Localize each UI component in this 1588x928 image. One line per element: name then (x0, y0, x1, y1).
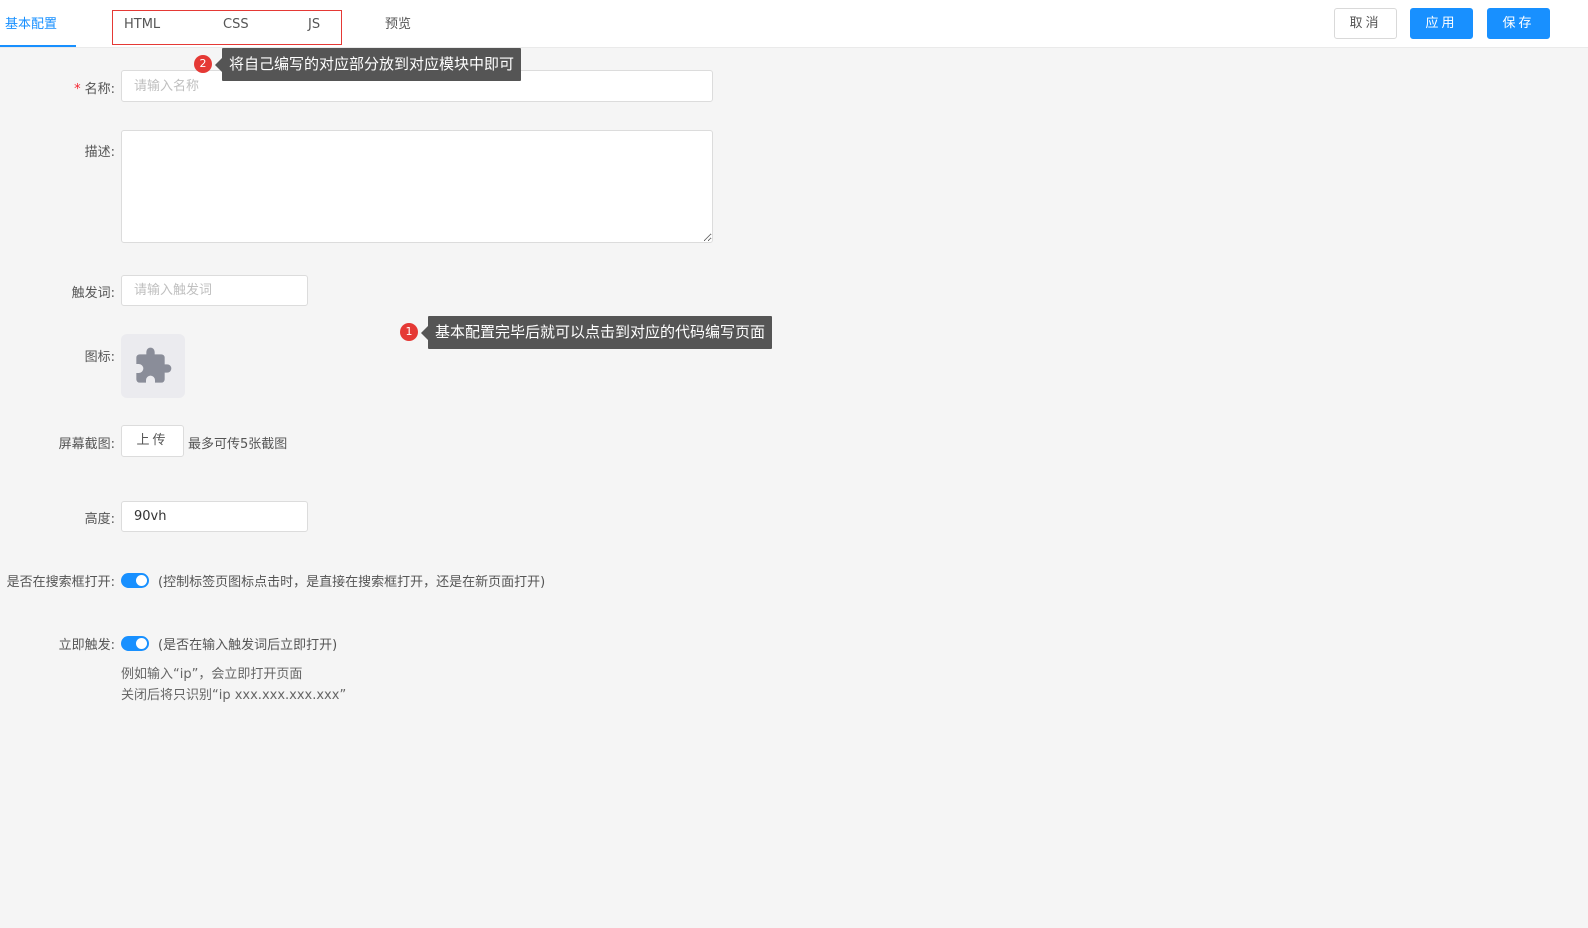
callout-arrow (215, 58, 222, 72)
switch-knob (136, 638, 147, 649)
open-in-search-switch[interactable] (121, 573, 149, 588)
height-input[interactable] (121, 501, 308, 532)
annotation-text-2: 将自己编写的对应部分放到对应模块中即可 (229, 55, 515, 73)
instant-trigger-example-1: 例如输入“ip”，会立即打开页面 (121, 667, 303, 682)
annotation-badge-2: 2 (194, 55, 212, 73)
annotation-callout-1: 基本配置完毕后就可以点击到对应的代码编写页面 (421, 316, 773, 349)
screenshot-label: 屏幕截图: (58, 437, 115, 452)
instant-trigger-switch[interactable] (121, 636, 149, 651)
cancel-button[interactable]: 取消 (1334, 8, 1397, 39)
instant-trigger-hint: (是否在输入触发词后立即打开) (158, 638, 338, 653)
description-textarea[interactable] (121, 130, 713, 243)
callout-arrow (421, 326, 428, 340)
upload-button[interactable]: 上传 (121, 425, 184, 457)
trigger-input[interactable] (121, 275, 308, 306)
required-mark: * (74, 82, 81, 97)
open-in-search-hint: (控制标签页图标点击时，是直接在搜索框打开，还是在新页面打开) (158, 575, 546, 590)
instant-trigger-label: 立即触发: (58, 638, 115, 653)
active-tab-indicator (0, 45, 76, 47)
annotation-text-1: 基本配置完毕后就可以点击到对应的代码编写页面 (435, 323, 766, 341)
top-bar: 基本配置 HTML CSS JS 预览 取消 应用 保存 (0, 0, 1588, 48)
description-label: 描述: (84, 145, 115, 160)
height-label: 高度: (84, 512, 115, 527)
tab-basic-config[interactable]: 基本配置 (5, 0, 57, 48)
save-button[interactable]: 保存 (1487, 8, 1550, 39)
trigger-label: 触发词: (71, 286, 115, 301)
name-label: * 名称: (74, 78, 115, 97)
code-tabs-highlight (112, 10, 342, 45)
tab-preview[interactable]: 预览 (385, 0, 411, 48)
switch-knob (136, 575, 147, 586)
icon-label: 图标: (84, 350, 115, 365)
annotation-callout-2: 将自己编写的对应部分放到对应模块中即可 (215, 48, 522, 81)
name-label-text: 名称: (84, 82, 115, 97)
apply-button[interactable]: 应用 (1410, 8, 1473, 39)
puzzle-icon (136, 347, 172, 383)
annotation-badge-1: 1 (400, 323, 418, 341)
instant-trigger-example-2: 关闭后将只识别“ip xxx.xxx.xxx.xxx” (121, 688, 347, 703)
open-in-search-label: 是否在搜索框打开: (6, 575, 115, 590)
icon-picker[interactable] (121, 334, 185, 398)
screenshot-hint: 最多可传5张截图 (188, 437, 288, 452)
